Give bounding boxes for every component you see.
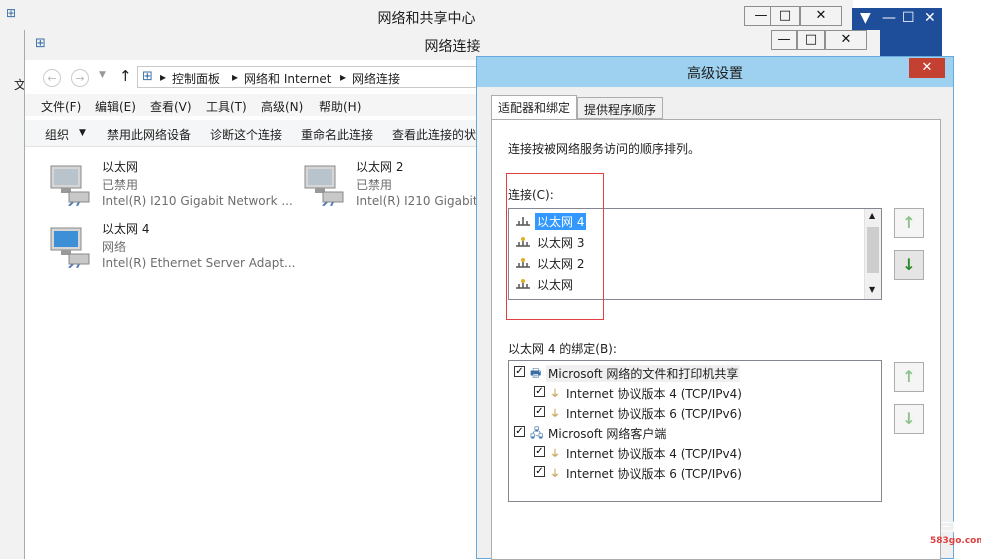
breadcrumb-separator: ▸ xyxy=(232,70,239,84)
binding-up-button[interactable]: ↑ xyxy=(894,362,924,392)
chevron-up-icon[interactable]: ▲ xyxy=(869,211,875,220)
view-status-button[interactable]: 查看此连接的状 xyxy=(392,126,476,143)
checkbox[interactable]: ✓ xyxy=(514,426,525,437)
breadcrumb-separator: ▸ xyxy=(160,70,167,84)
adapter-name: 以太网 2 xyxy=(356,160,404,174)
binding-down-button[interactable]: ↓ xyxy=(894,404,924,434)
protocol-icon: ⏚ xyxy=(550,409,560,420)
dialog-title: 高级设置 xyxy=(687,66,743,82)
address-bar-row: ← → ▼ ↑ ⊞ ▸ 控制面板 ▸ 网络和 Internet ▸ 网络连接 xyxy=(25,62,485,92)
bindings-tree[interactable]: ✓ 🖶 Microsoft 网络的文件和打印机共享 ✓ ⏚ Internet 协… xyxy=(508,360,882,502)
menu-advanced[interactable]: 高级(N) xyxy=(261,98,303,115)
maximize-icon[interactable]: ☐ xyxy=(902,10,915,26)
adapter-status: 网络 xyxy=(102,240,127,254)
network-adapter-icon xyxy=(50,227,90,268)
window-title: 网络连接 xyxy=(424,39,481,55)
watermark-url: 583go.com xyxy=(930,536,981,546)
rename-button[interactable]: 重命名此连接 xyxy=(301,126,373,143)
adapter-device: Intel(R) Ethernet Server Adapt... xyxy=(102,256,296,270)
bindings-label: 以太网 4 的绑定(B): xyxy=(508,342,617,356)
checkbox[interactable]: ✓ xyxy=(534,446,545,457)
maximize-button[interactable]: □ xyxy=(797,30,825,50)
chevron-down-icon[interactable]: ▼ xyxy=(79,128,86,138)
organize-button[interactable]: 组织 xyxy=(45,126,69,143)
adapter-status: 已禁用 xyxy=(356,178,393,192)
protocol-icon: ⏚ xyxy=(550,449,560,460)
maximize-button[interactable]: □ xyxy=(770,6,800,26)
client-icon: 🖧 xyxy=(530,426,544,440)
adapter-status: 已禁用 xyxy=(102,178,139,192)
breadcrumb-item[interactable]: 控制面板 xyxy=(172,70,220,87)
menu-bar: 文件(F) 编辑(E) 查看(V) 工具(T) 高级(N) 帮助(H) xyxy=(25,94,480,116)
chevron-down-icon[interactable]: ▼ xyxy=(869,285,875,294)
menu-edit[interactable]: 编辑(E) xyxy=(95,98,136,115)
chevron-down-icon[interactable]: ▼ xyxy=(99,70,106,80)
chevron-down-icon[interactable]: ▼ xyxy=(860,10,871,26)
checkbox[interactable]: ✓ xyxy=(534,466,545,477)
tab-adapters-bindings[interactable]: 适配器和绑定 xyxy=(491,95,578,120)
network-adapter-icon xyxy=(304,165,344,206)
adapter-item[interactable]: 以太网 2 已禁用 Intel(R) I210 Gigabit xyxy=(303,158,479,218)
menu-file[interactable]: 文件(F) xyxy=(41,98,81,115)
adapter-device: Intel(R) I210 Gigabit xyxy=(356,194,478,208)
minimize-icon[interactable]: — xyxy=(882,10,896,26)
menu-view[interactable]: 查看(V) xyxy=(150,98,192,115)
dialog-titlebar: 高级设置 ✕ xyxy=(477,57,953,87)
adapter-item[interactable]: 以太网 4 网络 Intel(R) Ethernet Server Adapt.… xyxy=(49,220,309,280)
checkbox[interactable]: ✓ xyxy=(534,386,545,397)
address-bar[interactable]: ⊞ ▸ 控制面板 ▸ 网络和 Internet ▸ 网络连接 xyxy=(137,66,482,88)
checkbox[interactable]: ✓ xyxy=(534,406,545,417)
breadcrumb-item[interactable]: 网络和 Internet xyxy=(244,70,331,87)
move-down-button[interactable]: ↓ xyxy=(894,250,924,280)
protocol-icon: ⏚ xyxy=(550,469,560,480)
adapter-name: 以太网 4 xyxy=(102,222,150,236)
tab-provider-order[interactable]: 提供程序顺序 xyxy=(577,97,664,119)
command-bar: 组织 ▼ 禁用此网络设备 诊断这个连接 重命名此连接 查看此连接的状 xyxy=(25,120,480,147)
protocol-icon: ⏚ xyxy=(550,389,560,400)
close-button[interactable]: ✕ xyxy=(825,30,867,50)
network-adapter-icon xyxy=(50,165,90,206)
minimize-button[interactable]: — xyxy=(771,30,797,50)
diagnose-button[interactable]: 诊断这个连接 xyxy=(210,126,282,143)
scrollbar[interactable]: ▲ ▼ xyxy=(864,209,881,299)
adapter-item[interactable]: 以太网 已禁用 Intel(R) I210 Gigabit Network ..… xyxy=(49,158,309,218)
disable-device-button[interactable]: 禁用此网络设备 xyxy=(107,126,191,143)
menu-tools[interactable]: 工具(T) xyxy=(206,98,247,115)
watermark-text: 三国 xyxy=(940,520,965,534)
window-title: 网络和共享中心 xyxy=(377,11,476,27)
watermark: 三国 583go.com xyxy=(930,518,981,558)
menu-help[interactable]: 帮助(H) xyxy=(319,98,361,115)
checkbox[interactable]: ✓ xyxy=(514,366,525,377)
adapter-name: 以太网 xyxy=(102,160,139,174)
close-button[interactable]: ✕ xyxy=(800,6,842,26)
printer-icon: 🖶 xyxy=(530,366,542,380)
forward-icon[interactable]: → xyxy=(71,69,89,87)
breadcrumb-separator: ▸ xyxy=(340,70,347,84)
up-arrow-icon[interactable]: ↑ xyxy=(119,67,132,85)
control-panel-icon: ⊞ xyxy=(142,69,153,84)
breadcrumb-item[interactable]: 网络连接 xyxy=(352,70,400,87)
close-icon[interactable]: ✕ xyxy=(924,10,936,26)
instruction-text: 连接按被网络服务访问的顺序排列。 xyxy=(508,142,701,156)
back-icon[interactable]: ← xyxy=(43,69,61,87)
close-button[interactable]: ✕ xyxy=(909,58,945,78)
move-up-button[interactable]: ↑ xyxy=(894,208,924,238)
adapter-device: Intel(R) I210 Gigabit Network ... xyxy=(102,194,293,208)
highlight-annotation-box xyxy=(506,173,604,320)
scrollbar-thumb[interactable] xyxy=(867,227,879,273)
